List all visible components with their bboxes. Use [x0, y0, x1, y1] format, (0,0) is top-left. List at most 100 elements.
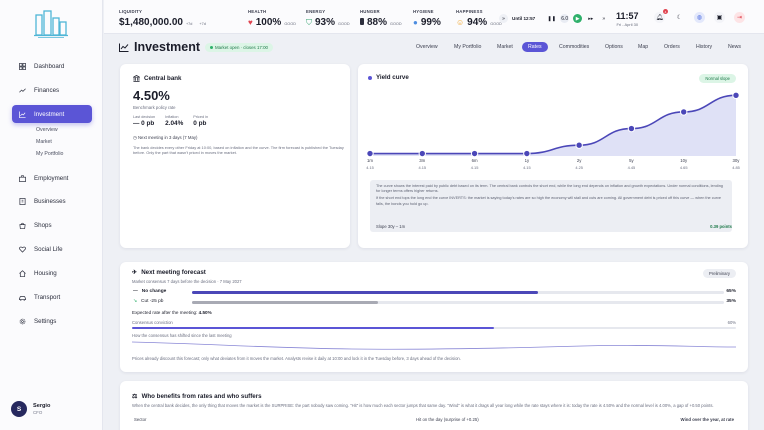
arrow-down-icon: ↘ — [133, 299, 138, 304]
policy-rate-value: 4.50% — [133, 88, 170, 103]
tab-map[interactable]: Map — [638, 44, 648, 50]
building-icon — [19, 197, 26, 205]
data-label: 4.15 — [523, 165, 531, 170]
tick-label: 1y — [525, 158, 530, 163]
yield-point-1m[interactable] — [366, 149, 374, 158]
yield-curve-area — [370, 95, 736, 156]
yield-point-30y[interactable] — [732, 91, 740, 99]
user-profile[interactable]: S Sergio CFO — [11, 401, 50, 417]
gear-icon — [19, 318, 26, 324]
speed-up-icon[interactable]: » — [499, 14, 508, 23]
bank-icon — [133, 75, 140, 82]
sidebar-item-social-life[interactable]: Social Life — [12, 240, 92, 258]
last-decision-value: — 0 pb — [133, 120, 155, 127]
chart-icon — [119, 43, 129, 52]
forecast-bar-no-change — [192, 291, 724, 294]
slope-value: 0.39 points — [710, 224, 732, 229]
forecast-card: ✈︎ Next meeting forecast Preliminary Mar… — [120, 262, 748, 372]
tick-label: 2y — [577, 158, 582, 163]
data-label: 4.45 — [628, 165, 636, 170]
drop-icon: ● — [413, 18, 418, 27]
sidebar-item-transport[interactable]: Transport — [12, 288, 92, 306]
notifications-button[interactable]: 🔔︎ 4 — [654, 9, 668, 23]
logout-button[interactable]: ⇥ — [734, 12, 745, 23]
data-label: 4.85 — [732, 165, 740, 170]
tab-my-portfolio[interactable]: My Portfolio — [454, 44, 481, 50]
sidebar-item-dashboard[interactable]: Dashboard — [12, 57, 92, 75]
tab-market[interactable]: Market — [497, 44, 513, 50]
yield-point-6m[interactable] — [470, 149, 479, 158]
tick-label: 3m — [419, 158, 425, 163]
tab-overview[interactable]: Overview — [416, 44, 438, 50]
central-bank-description: The bank decides every other Friday at 1… — [133, 145, 344, 156]
game-clock: 11:57 Fri - April 30 — [616, 11, 639, 27]
speed-value: 6.0 — [560, 14, 570, 23]
curve-shape-badge: Normal slope — [699, 74, 736, 83]
tick-label: 30y — [733, 158, 741, 163]
forecast-fill — [192, 301, 379, 304]
sidebar-item-investment[interactable]: Investment — [12, 105, 92, 123]
logout-icon: ⇥ — [736, 15, 743, 21]
page-header: Investment Market open · closes 17:00 — [119, 40, 273, 54]
history-label: How the consensus has shifted since the … — [132, 333, 232, 338]
yield-point-1y[interactable] — [523, 149, 531, 158]
shop-icon — [19, 222, 26, 229]
tick-label: 5y — [629, 158, 634, 163]
language-button[interactable]: ◍ — [694, 12, 705, 23]
sidebar-item-label: Shops — [34, 221, 52, 229]
sidebar-item-housing[interactable]: Housing — [12, 264, 92, 282]
consensus-history-sparkline — [132, 341, 736, 350]
sidebar-item-employment[interactable]: Employment — [12, 169, 92, 187]
sidebar-subitem-portfolio[interactable]: My Portfolio — [36, 151, 63, 157]
central-bank-stats: Last decision — 0 pb Inflation 2.04% Pri… — [133, 115, 209, 127]
sidebar-item-finances[interactable]: Finances — [12, 81, 92, 99]
sidebar-item-settings[interactable]: Settings — [12, 312, 92, 330]
yield-point-3m[interactable] — [418, 149, 426, 158]
fast-forward-icon[interactable]: ▸▸ — [586, 14, 595, 23]
data-label: 4.65 — [680, 165, 688, 170]
forecast-pct: 35% — [726, 299, 736, 304]
user-name: Sergio — [33, 403, 51, 409]
central-bank-card: Central bank 4.50% Benchmark policy rate… — [120, 64, 350, 248]
forecast-pct: 65% — [726, 289, 736, 294]
save-button[interactable]: ▣ — [714, 12, 725, 23]
save-icon: ▣ — [716, 15, 723, 21]
hunger-icon — [360, 18, 364, 25]
forecast-footer: Prices already discount this forecast; o… — [132, 356, 461, 361]
sidebar-subitem-market[interactable]: Market — [36, 139, 52, 145]
yield-point-5y[interactable] — [627, 124, 636, 133]
sidebar-subitem-overview[interactable]: Overview — [36, 127, 58, 133]
tab-history[interactable]: History — [696, 44, 712, 50]
user-role: CFO — [33, 410, 43, 415]
data-label: 4.25 — [575, 165, 583, 170]
column-sector: Sector — [134, 417, 147, 422]
dark-mode-button[interactable]: ☾ — [674, 12, 685, 23]
dashboard-icon — [19, 62, 26, 70]
card-title: Central bank — [133, 75, 181, 82]
tab-orders[interactable]: Orders — [664, 44, 680, 50]
sidebar-item-shops[interactable]: Shops — [12, 216, 92, 234]
yield-point-2y[interactable] — [575, 141, 583, 149]
tab-news[interactable]: News — [728, 44, 741, 50]
tab-commodities[interactable]: Commodities — [559, 44, 589, 50]
sidebar-item-label: Social Life — [34, 245, 63, 253]
skip-icon[interactable]: » — [599, 14, 608, 23]
sidebar-item-label: Settings — [34, 317, 57, 325]
time-controls: » Until 12:57 ❚❚ 6.0 ▶ ▸▸ » — [499, 14, 608, 23]
tick-label: 1m — [367, 158, 373, 163]
sidebar-item-label: Housing — [34, 269, 57, 277]
sidebar-item-businesses[interactable]: Businesses — [12, 192, 92, 210]
play-icon[interactable]: ▶ — [573, 14, 583, 23]
city-logo-icon[interactable] — [33, 9, 69, 39]
pause-icon[interactable]: ❚❚ — [547, 14, 556, 23]
tab-options[interactable]: Options — [605, 44, 623, 50]
benefits-card: ⚖ Who benefits from rates and who suffer… — [120, 381, 748, 430]
yield-point-10y[interactable] — [680, 108, 688, 116]
expected-rate: Expected rate after the meeting: 4.50% — [132, 310, 212, 315]
sidebar-item-label: Dashboard — [34, 62, 65, 70]
inflation-value: 2.04% — [165, 120, 184, 127]
chart-icon — [19, 110, 26, 118]
avatar: S — [11, 401, 27, 417]
energy-stat: ENERGY ⛉ 93% GOOD — [306, 9, 350, 28]
tab-rates[interactable]: Rates — [522, 42, 548, 52]
